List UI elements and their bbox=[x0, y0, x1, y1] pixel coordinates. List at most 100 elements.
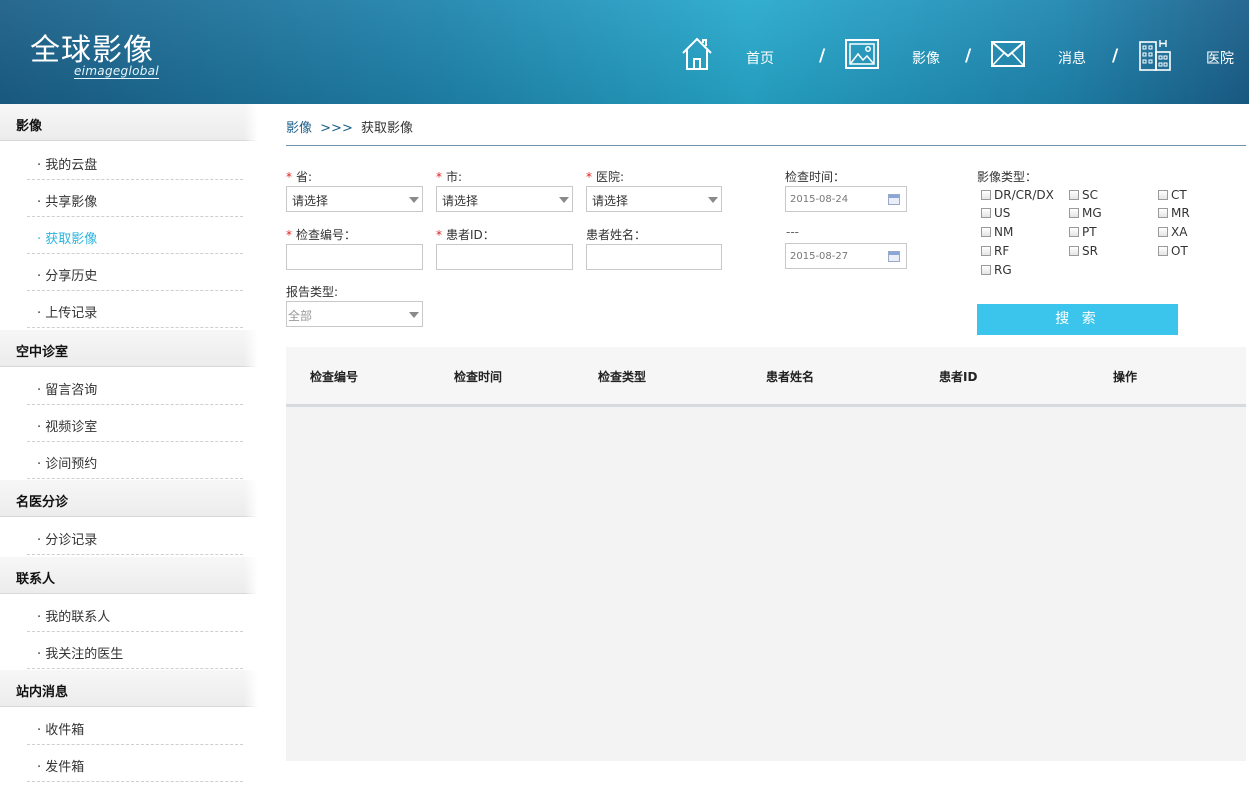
required-mark: * bbox=[286, 170, 292, 184]
province-select-value: 请选择 bbox=[292, 194, 329, 208]
checkbox-pt[interactable]: PT bbox=[1069, 225, 1097, 239]
sidebar-group-label: 联系人 bbox=[16, 572, 56, 587]
required-mark: * bbox=[436, 228, 442, 242]
checkbox-box[interactable] bbox=[1158, 208, 1168, 218]
column-header-patient-id[interactable]: 患者ID bbox=[939, 368, 977, 385]
checkbox-label: PT bbox=[1082, 225, 1097, 239]
nav-messages-label: 消息 bbox=[1058, 51, 1086, 67]
sidebar-item-inbox[interactable]: · 收件箱 bbox=[27, 708, 243, 745]
patient-id-input[interactable] bbox=[436, 244, 573, 270]
sidebar-item-label: · 我的云盘 bbox=[37, 158, 98, 173]
city-select[interactable]: 请选择 bbox=[436, 186, 573, 212]
calendar-icon[interactable] bbox=[888, 194, 900, 205]
exam-time-label: 检查时间： bbox=[785, 170, 846, 184]
checkbox-rf[interactable]: RF bbox=[981, 244, 1009, 258]
column-header-exam-no[interactable]: 检查编号 bbox=[310, 368, 358, 385]
chevron-down-icon bbox=[708, 197, 718, 203]
nav-messages[interactable]: 消息 bbox=[991, 36, 1101, 76]
search-button[interactable]: 搜 索 bbox=[977, 304, 1178, 335]
checkbox-label: XA bbox=[1171, 225, 1188, 239]
sidebar-item-get-images[interactable]: · 获取影像 bbox=[27, 217, 243, 254]
sidebar-item-video-clinic[interactable]: · 视频诊室 bbox=[27, 405, 243, 442]
checkbox-box[interactable] bbox=[981, 246, 991, 256]
checkbox-box[interactable] bbox=[981, 208, 991, 218]
sidebar: 影像 · 我的云盘 · 共享影像 · 获取影像 · 分享历史 · 上传记录 空中… bbox=[0, 104, 258, 786]
logo[interactable]: 全球影像 eimageglobal bbox=[30, 34, 159, 79]
checkbox-label: US bbox=[994, 206, 1011, 220]
checkbox-us[interactable]: US bbox=[981, 206, 1010, 220]
report-type-select[interactable]: 全部 bbox=[286, 301, 423, 327]
nav-home[interactable]: 首页 bbox=[680, 36, 810, 76]
checkbox-box[interactable] bbox=[1069, 227, 1079, 237]
sidebar-group-triage[interactable]: 名医分诊 bbox=[0, 480, 258, 517]
province-label: * 省: bbox=[286, 168, 312, 185]
checkbox-dr-cr-dx[interactable]: DR/CR/DX bbox=[981, 188, 1054, 202]
checkbox-box[interactable] bbox=[1158, 227, 1168, 237]
sidebar-item-followed-doctors[interactable]: · 我关注的医生 bbox=[27, 632, 243, 669]
checkbox-box[interactable] bbox=[981, 190, 991, 200]
checkbox-mg[interactable]: MG bbox=[1069, 206, 1102, 220]
checkbox-box[interactable] bbox=[1158, 246, 1168, 256]
sidebar-group-images[interactable]: 影像 bbox=[0, 104, 258, 141]
chevron-down-icon bbox=[409, 312, 419, 318]
checkbox-nm[interactable]: NM bbox=[981, 225, 1013, 239]
sidebar-item-my-cloud[interactable]: · 我的云盘 bbox=[27, 143, 243, 180]
sidebar-item-share-history[interactable]: · 分享历史 bbox=[27, 254, 243, 291]
breadcrumb-parent[interactable]: 影像 bbox=[286, 121, 312, 136]
exam-time-from-input[interactable]: 2015-08-24 bbox=[785, 186, 907, 212]
province-select[interactable]: 请选择 bbox=[286, 186, 423, 212]
required-mark: * bbox=[286, 228, 292, 242]
province-label-text: 省: bbox=[296, 170, 313, 184]
exam-no-input[interactable] bbox=[286, 244, 423, 270]
checkbox-ot[interactable]: OT bbox=[1158, 244, 1188, 258]
column-header-patient-name[interactable]: 患者姓名 bbox=[766, 368, 814, 385]
nav-images[interactable]: 影像 bbox=[845, 36, 955, 76]
checkbox-box[interactable] bbox=[1158, 190, 1168, 200]
sidebar-item-triage-records[interactable]: · 分诊记录 bbox=[27, 518, 243, 555]
column-header-actions: 操作 bbox=[1113, 370, 1138, 384]
sidebar-item-upload-records[interactable]: · 上传记录 bbox=[27, 291, 243, 328]
checkbox-box[interactable] bbox=[1069, 246, 1079, 256]
checkbox-rg[interactable]: RG bbox=[981, 263, 1012, 277]
sidebar-item-label: · 共享影像 bbox=[37, 195, 98, 210]
sidebar-group-site-messages[interactable]: 站内消息 bbox=[0, 670, 258, 707]
exam-no-label-text: 检查编号： bbox=[296, 228, 357, 242]
required-mark: * bbox=[436, 170, 442, 184]
checkbox-ct[interactable]: CT bbox=[1158, 188, 1187, 202]
checkbox-mr[interactable]: MR bbox=[1158, 206, 1190, 220]
sidebar-item-label: · 我关注的医生 bbox=[37, 647, 124, 662]
hospital-select[interactable]: 请选择 bbox=[586, 186, 722, 212]
patient-name-label: 患者姓名： bbox=[586, 228, 647, 242]
date-range-separator: --- bbox=[786, 225, 799, 239]
checkbox-sr[interactable]: SR bbox=[1069, 244, 1098, 258]
sidebar-item-appointment[interactable]: · 诊间预约 bbox=[27, 442, 243, 479]
checkbox-box[interactable] bbox=[981, 265, 991, 275]
breadcrumb-divider bbox=[286, 145, 1246, 146]
checkbox-box[interactable] bbox=[1069, 208, 1079, 218]
sidebar-group-label: 名医分诊 bbox=[16, 495, 69, 510]
calendar-icon[interactable] bbox=[888, 251, 900, 262]
checkbox-xa[interactable]: XA bbox=[1158, 225, 1187, 239]
exam-time-to-input[interactable]: 2015-08-27 bbox=[785, 243, 907, 269]
sidebar-item-message-consult[interactable]: · 留言咨询 bbox=[27, 368, 243, 405]
checkbox-sc[interactable]: SC bbox=[1069, 188, 1098, 202]
nav-separator: / bbox=[965, 46, 972, 66]
sidebar-item-my-contacts[interactable]: · 我的联系人 bbox=[27, 595, 243, 632]
sidebar-group-air-clinic[interactable]: 空中诊室 bbox=[0, 330, 258, 367]
patient-name-input[interactable] bbox=[586, 244, 722, 270]
nav-hospital[interactable]: 医院 bbox=[1138, 36, 1249, 76]
report-type-label: 报告类型: bbox=[286, 285, 339, 299]
checkbox-box[interactable] bbox=[1069, 190, 1079, 200]
checkbox-label: MR bbox=[1171, 206, 1190, 220]
sidebar-item-label: · 发件箱 bbox=[37, 760, 85, 775]
sidebar-item-outbox[interactable]: · 发件箱 bbox=[27, 745, 243, 782]
column-header-exam-time[interactable]: 检查时间 bbox=[454, 368, 502, 385]
sidebar-group-contacts[interactable]: 联系人 bbox=[0, 557, 258, 594]
checkbox-box[interactable] bbox=[981, 227, 991, 237]
table-body bbox=[286, 410, 1246, 761]
checkbox-label: CT bbox=[1171, 188, 1187, 202]
nav-separator: / bbox=[819, 46, 826, 66]
column-header-exam-type[interactable]: 检查类型 bbox=[598, 368, 646, 385]
sidebar-item-label: · 收件箱 bbox=[37, 723, 85, 738]
sidebar-item-shared-images[interactable]: · 共享影像 bbox=[27, 180, 243, 217]
